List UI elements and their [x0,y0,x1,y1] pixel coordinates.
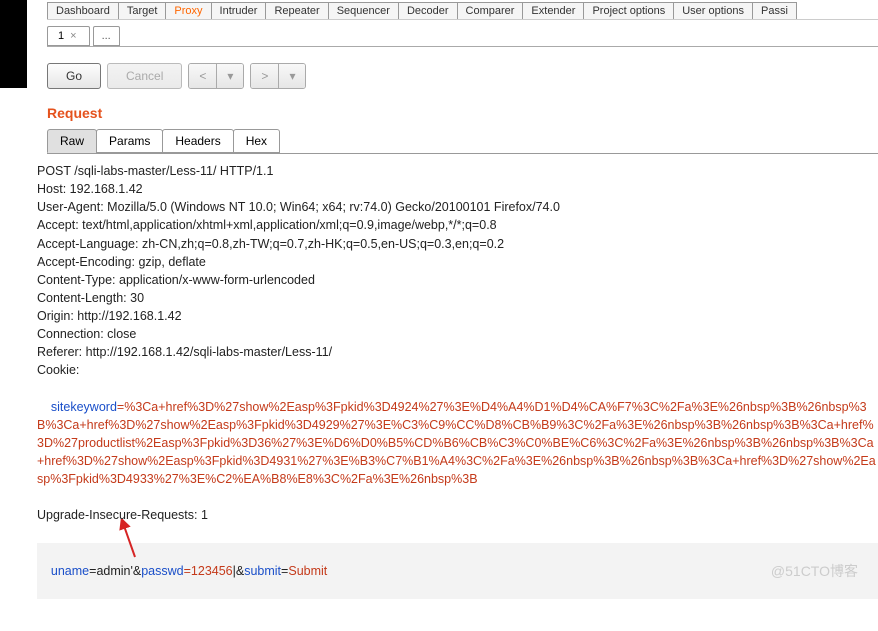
req-tab-headers[interactable]: Headers [162,129,233,153]
raw-line: Content-Type: application/x-www-form-url… [37,271,878,289]
cookie-key: sitekeyword [51,400,117,414]
history-fwd-group: > ▾ [250,63,306,89]
raw-line: Referer: http://192.168.1.42/sqli-labs-m… [37,343,878,361]
raw-line: Cookie: [37,361,878,379]
top-tabs: Dashboard Target Proxy Intruder Repeater… [47,0,878,20]
raw-line: Origin: http://192.168.1.42 [37,307,878,325]
annotation-arrow-icon [115,519,145,559]
tab-comparer[interactable]: Comparer [457,2,524,19]
tab-target[interactable]: Target [118,2,167,19]
tab-sequencer[interactable]: Sequencer [328,2,399,19]
tab-proxy[interactable]: Proxy [165,2,211,19]
repeater-tab-1[interactable]: 1 × [47,26,90,46]
tab-passive[interactable]: Passi [752,2,797,19]
body-param-key: uname [51,564,89,578]
left-black-strip [0,0,27,88]
body-param-key: submit [244,564,281,578]
raw-request-editor[interactable]: POST /sqli-labs-master/Less-11/ HTTP/1.1… [37,158,878,599]
raw-line: Accept: text/html,application/xhtml+xml,… [37,216,878,234]
tab-repeater[interactable]: Repeater [265,2,328,19]
tab-intruder[interactable]: Intruder [211,2,267,19]
tab-dashboard[interactable]: Dashboard [47,2,119,19]
req-tab-raw[interactable]: Raw [47,129,97,153]
raw-cookie-line: sitekeyword=%3Ca+href%3D%27show%2Easp%3F… [37,380,878,507]
cookie-value: =%3Ca+href%3D%27show%2Easp%3Fpkid%3D4924… [37,400,876,487]
history-back-button[interactable]: < [189,64,216,88]
raw-line: Connection: close [37,325,878,343]
body-param-key: passwd [141,564,183,578]
tab-decoder[interactable]: Decoder [398,2,458,19]
body-text: =admin'& [89,564,141,578]
body-param-value: Submit [288,564,327,578]
raw-line: POST /sqli-labs-master/Less-11/ HTTP/1.1 [37,162,878,180]
repeater-tab-more[interactable]: ... [93,26,120,46]
watermark: @51CTO博客 [771,561,858,581]
close-icon[interactable]: × [70,30,76,42]
raw-line: Upgrade-Insecure-Requests: 1 [37,506,878,524]
raw-line: Accept-Language: zh-CN,zh;q=0.8,zh-TW;q=… [37,235,878,253]
history-back-group: < ▾ [188,63,244,89]
req-tab-params[interactable]: Params [96,129,163,153]
go-button[interactable]: Go [47,63,101,89]
raw-line: Host: 192.168.1.42 [37,180,878,198]
cancel-button: Cancel [107,63,182,89]
tab-user-options[interactable]: User options [673,2,753,19]
body-text: & [236,564,244,578]
history-back-dropdown[interactable]: ▾ [216,64,243,88]
action-row: Go Cancel < ▾ > ▾ [47,63,878,89]
raw-body-line: uname=admin'&passwd=123456|&submit=Submi… [37,543,878,599]
req-tab-hex[interactable]: Hex [233,129,280,153]
repeater-tab-label: 1 [58,30,64,42]
raw-blank-line [37,525,878,543]
raw-line: Accept-Encoding: gzip, deflate [37,253,878,271]
tab-project-options[interactable]: Project options [583,2,674,19]
history-fwd-button[interactable]: > [251,64,278,88]
repeater-tab-bar: 1 × ... [47,26,878,47]
request-tabs: Raw Params Headers Hex [47,129,878,154]
raw-line: User-Agent: Mozilla/5.0 (Windows NT 10.0… [37,198,878,216]
tab-extender[interactable]: Extender [522,2,584,19]
body-param-value: =123456 [184,564,233,578]
raw-line: Content-Length: 30 [37,289,878,307]
history-fwd-dropdown[interactable]: ▾ [278,64,305,88]
request-heading: Request [47,105,878,121]
